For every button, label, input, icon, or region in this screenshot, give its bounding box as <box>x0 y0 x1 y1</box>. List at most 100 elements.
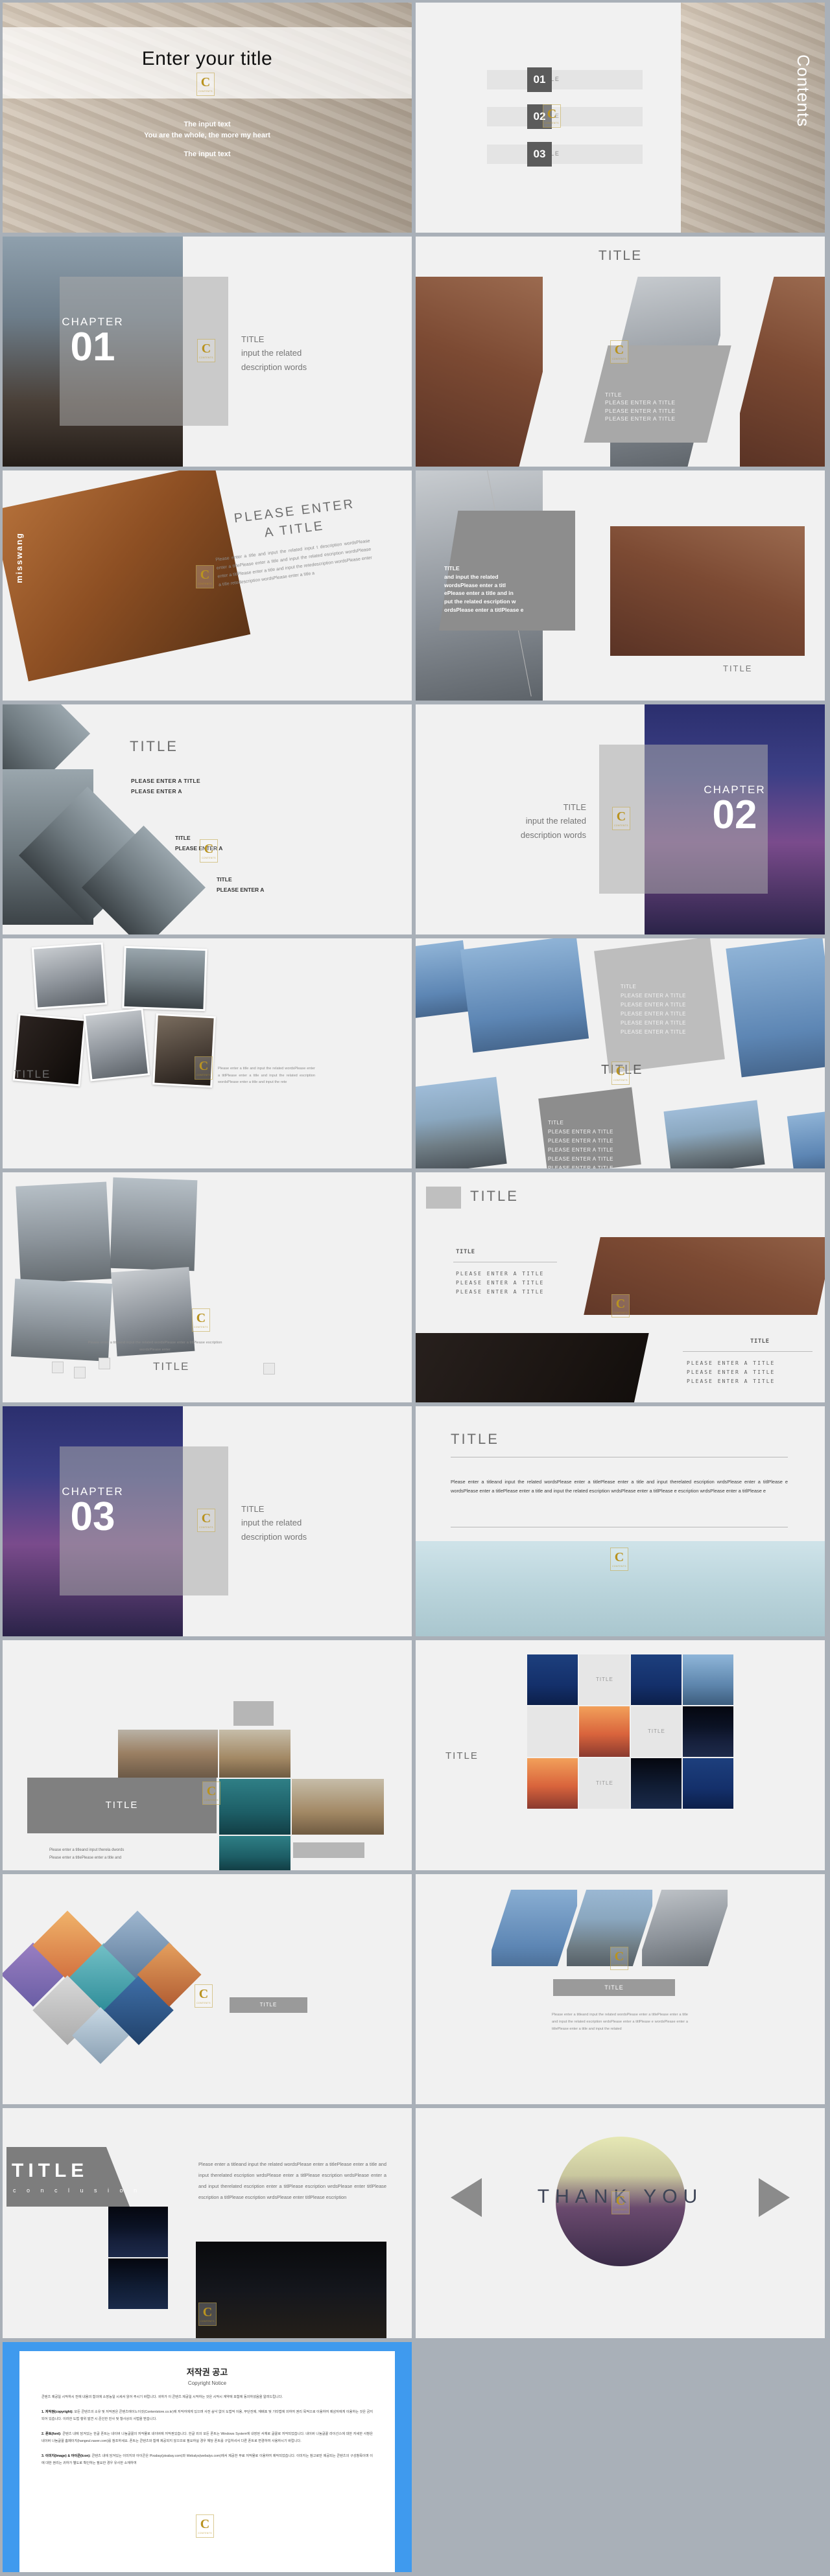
polaroid-2 <box>122 946 208 1012</box>
panel-line-2: PLEASE ENTER A TITLE <box>605 407 676 414</box>
cell-6 <box>579 1706 630 1757</box>
slide-tilted-grid[interactable]: TITLE PLEASE ENTER A TITLE PLEASE ENTER … <box>416 938 825 1168</box>
slide-title-paragraph[interactable]: TITLE Please enter a titleand input the … <box>416 1406 825 1636</box>
slide-gallery: Enter your title C CONTENTS The input te… <box>0 0 830 2575</box>
panel-title: TITLE <box>605 391 622 398</box>
grid-title: TITLE <box>445 1750 479 1761</box>
tile-6 <box>787 1111 825 1168</box>
watermark-sub: CONTENTS <box>545 122 559 124</box>
slide-checker-grid[interactable]: TITLE TITLE TITLE TITLE <box>416 1640 825 1870</box>
cell-5 <box>527 1706 578 1757</box>
watermark-logo: C CONTENTS <box>200 839 218 863</box>
cover-line-1: The input text <box>184 121 231 128</box>
watermark-sub: CONTENTS <box>613 2209 628 2211</box>
chapter-title: TITLE <box>563 802 586 812</box>
watermark-letter: C <box>198 1059 209 1073</box>
wedge-text: TITLE and input the related wordsPlease … <box>444 564 523 614</box>
subtitle-line-2: PLEASE ENTER A <box>131 788 182 795</box>
block-2-line-4: PLEASE ENTER A TITLE <box>548 1156 613 1162</box>
slide-copyright-notice[interactable]: 저작권 공고 Copyright Notice 콘텐츠 제공일 시작하시 전에 … <box>3 2342 412 2572</box>
slide-chapter-01[interactable]: CHAPTER 01 C CONTENTS TITLE input the re… <box>3 237 412 467</box>
polaroid-4 <box>83 1008 150 1082</box>
line-2a: PLEASE ENTER A TITLE <box>687 1360 776 1366</box>
empty-grid-cell <box>416 2342 825 2572</box>
slide-conclusion[interactable]: TITLE c o n c l u s i o n Please enter a… <box>3 2108 412 2338</box>
watermark-letter: C <box>200 75 211 89</box>
watermark-letter: C <box>615 1297 626 1311</box>
slide-chapter-03[interactable]: CHAPTER 03 C CONTENTS TITLE input the re… <box>3 1406 412 1636</box>
block-1-line-4: PLEASE ENTER A TITLE <box>621 1020 686 1026</box>
watermark-sub: CONTENTS <box>612 1964 626 1967</box>
block-2-title: TITLE <box>548 1120 564 1126</box>
contents-row-3[interactable]: TITLE <box>487 145 643 164</box>
watermark-letter: C <box>204 842 214 856</box>
conclusion-subtitle: c o n c l u s i o n <box>13 2187 142 2194</box>
bar-title: TITLE <box>105 1800 139 1811</box>
deco-block-2 <box>293 1842 364 1858</box>
watermark-sub: CONTENTS <box>199 1526 213 1529</box>
chapter-title: TITLE <box>241 1504 265 1514</box>
watermark-logo: C CONTENTS <box>196 565 214 588</box>
watermark-sub: CONTENTS <box>202 857 216 859</box>
slide-mono-text[interactable]: TITLE TITLE PLEASE ENTER A TITLE PLEASE … <box>416 1172 825 1402</box>
night-photo-2 <box>108 2258 168 2309</box>
slide-cover[interactable]: Enter your title C CONTENTS The input te… <box>3 3 412 233</box>
contents-row-2[interactable]: TITLE <box>487 107 643 126</box>
cell-2-label: TITLE <box>596 1677 613 1682</box>
body-text: Please enter a titleand input the relate… <box>451 1479 788 1494</box>
watermark-sub: CONTENTS <box>198 583 212 585</box>
line-2b: PLEASE ENTER A TITLE <box>687 1369 776 1375</box>
photo-b <box>110 1177 198 1271</box>
title-bar: TITLE <box>27 1778 217 1833</box>
slide-triangle-mosaic[interactable]: C CONTENTS TITLE <box>3 1874 412 2104</box>
cell-3 <box>631 1654 682 1705</box>
contents-row-1[interactable]: TITLE <box>487 70 643 89</box>
watermark-logo: C CONTENTS <box>196 73 215 96</box>
slide-louvre-grid[interactable]: C CONTENTS Please enter a titleand input… <box>3 1172 412 1402</box>
slide-chapter-02[interactable]: CHAPTER 02 C CONTENTS TITLE input the re… <box>416 704 825 934</box>
title-chip <box>426 1187 461 1209</box>
panel-text: TITLE PLEASE ENTER A TITLE PLEASE ENTER … <box>605 391 676 423</box>
watermark-sub: CONTENTS <box>614 824 628 827</box>
collage-caption: TITLE <box>14 1068 51 1080</box>
watermark-letter: C <box>615 1064 626 1078</box>
watermark-logo: C CONTENTS <box>610 340 628 364</box>
slide-title-diagonal[interactable]: TITLE C CONTENTS TITLE PLEASE ENTER A TI… <box>416 237 825 467</box>
deco-square-2 <box>74 1367 86 1378</box>
slide-skew-city[interactable]: C CONTENTS TITLE Please enter a titleand… <box>416 1874 825 2104</box>
venice-photo-3 <box>219 1779 290 1835</box>
slide-title: TITLE <box>130 738 178 754</box>
wedge-line-4: put the related escription w <box>444 598 516 605</box>
copyright-item-2-label: 2. 폰트(font): <box>42 2431 62 2436</box>
watermark-sub: CONTENTS <box>200 2320 215 2323</box>
deco-block-1 <box>233 1701 274 1726</box>
chapter-desc-2: description words <box>520 830 586 840</box>
watermark-logo: C CONTENTS <box>197 339 215 362</box>
block-1-line-2: PLEASE ENTER A TITLE <box>621 1002 686 1008</box>
slide-venice-mosaic[interactable]: TITLE C CONTENTS Please enter a titleand… <box>3 1640 412 1870</box>
slide-please-enter-title[interactable]: misswang PLEASE ENTER A TITLE C CONTENTS… <box>3 470 412 701</box>
watermark-letter: C <box>198 1987 209 2001</box>
deco-square-1 <box>52 1362 64 1373</box>
lines-block-1: PLEASE ENTER A TITLE PLEASE ENTER A TITL… <box>456 1270 544 1297</box>
block-1-title: TITLE <box>621 984 637 990</box>
slide-thank-you[interactable]: THANK YOU C CONTENTS <box>416 2108 825 2338</box>
slide-contents[interactable]: Contents TITLE 01 TITLE 02 C CONTENTS TI… <box>416 3 825 233</box>
watermark-logo: C CONTENTS <box>611 1294 630 1317</box>
watermark-logo: C CONTENTS <box>192 1308 210 1332</box>
slide-diamond-collage[interactable]: TITLE PLEASE ENTER A TITLE PLEASE ENTER … <box>3 704 412 934</box>
tile-2 <box>460 938 589 1053</box>
block-3-title: TITLE <box>217 876 232 883</box>
copyright-item-2: 2. 폰트(font): 콘텐츠 내에 담겨있는 한글 폰트는 네이버 나눔글꼴… <box>42 2431 373 2445</box>
line-2c: PLEASE ENTER A TITLE <box>687 1378 776 1384</box>
deco-square-3 <box>99 1358 110 1369</box>
photo-caption: TITLE <box>723 664 753 673</box>
cell-11 <box>631 1758 682 1809</box>
contents-row-1-number: 01 <box>527 67 552 92</box>
cell-1 <box>527 1654 578 1705</box>
photo-left <box>416 277 543 467</box>
chapter-number: 01 <box>70 325 115 369</box>
slide-title-wedge[interactable]: TITLE and input the related wordsPlease … <box>416 470 825 701</box>
slide-polaroid-collage[interactable]: TITLE C CONTENTS Please enter a title an… <box>3 938 412 1168</box>
block-2-line-3: PLEASE ENTER A TITLE <box>548 1147 613 1153</box>
